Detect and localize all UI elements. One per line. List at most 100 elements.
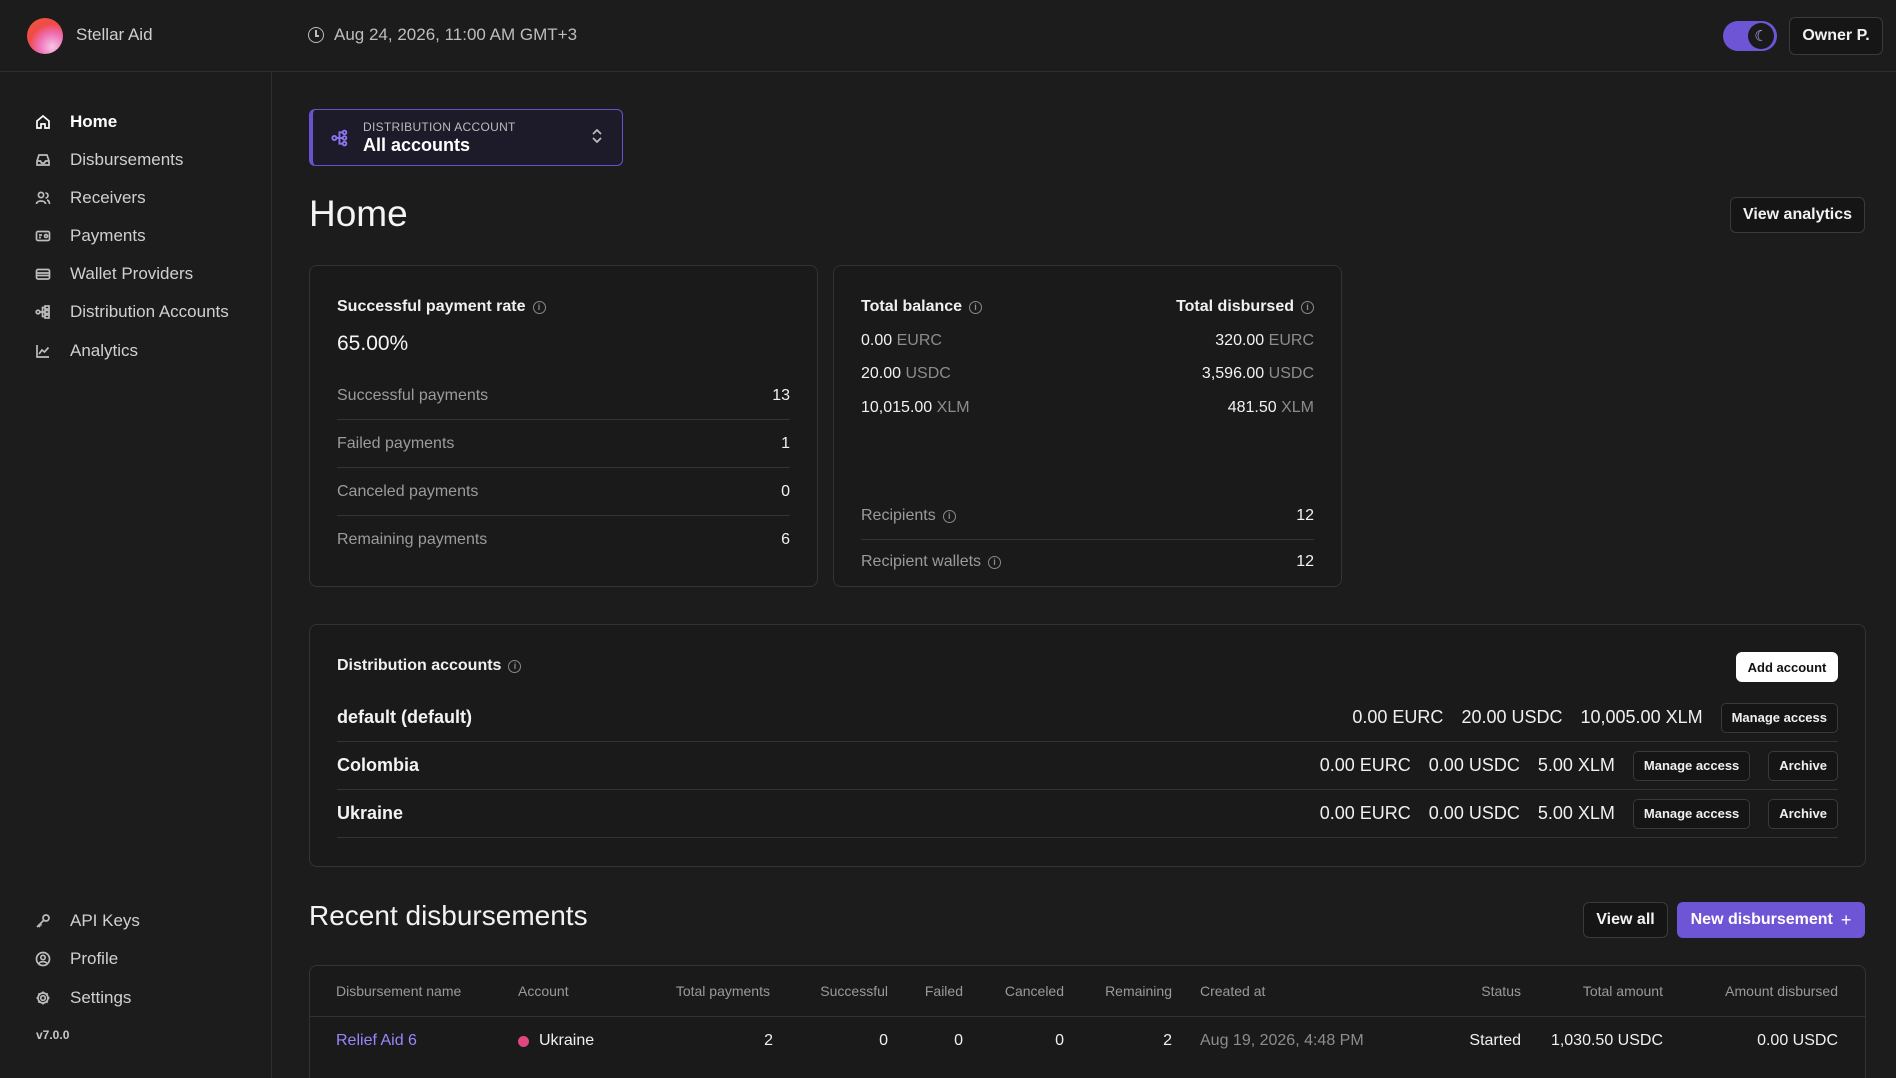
datetime-text: Aug 24, 2026, 11:00 AM GMT+3 — [334, 25, 578, 44]
sidebar-item-disbursements[interactable]: Disbursements — [34, 147, 183, 173]
theme-toggle[interactable]: ☾ — [1723, 21, 1777, 51]
payment-stats-card: Successful payment rate i 65.00% Successf… — [309, 265, 818, 587]
wallet-icon — [34, 265, 52, 283]
view-all-button[interactable]: View all — [1583, 902, 1668, 938]
new-disbursement-label: New disbursement — [1690, 911, 1833, 928]
sidebar-item-analytics[interactable]: Analytics — [34, 338, 138, 364]
app-logo[interactable] — [27, 18, 63, 54]
manage-access-button[interactable]: Manage access — [1720, 702, 1838, 733]
total-payments-cell: 2 — [764, 1032, 773, 1049]
distribution-accounts-card: Distribution accounts i Add account defau… — [309, 624, 1866, 867]
column-header: Amount disbursed — [1725, 983, 1838, 999]
account-cell: Ukraine — [518, 1032, 594, 1050]
distribution-accounts-title: Distribution accounts i — [337, 657, 522, 675]
inbox-icon — [34, 151, 52, 169]
disbursed-amount: 3,596.00 — [1201, 365, 1265, 382]
home-icon — [34, 113, 52, 131]
clock-icon — [308, 27, 324, 43]
created-at-cell: Aug 19, 2026, 4:48 PM — [1200, 1032, 1364, 1049]
recipients-label-text: Recipients — [861, 506, 936, 524]
sidebar-item-profile[interactable]: Profile — [34, 946, 118, 972]
archive-button[interactable]: Archive — [1768, 750, 1838, 781]
view-analytics-button[interactable]: View analytics — [1730, 197, 1865, 233]
recipient-wallets-row: Recipient wallets i 12 — [861, 540, 1314, 584]
total-balance-title-text: Total balance — [861, 298, 963, 315]
info-icon[interactable]: i — [942, 509, 956, 523]
app-name: Stellar Aid — [76, 25, 153, 44]
user-menu-button[interactable]: Owner P. — [1789, 17, 1883, 55]
recipients-value: 12 — [1296, 506, 1314, 524]
sidebar-item-wallet-providers[interactable]: Wallet Providers — [34, 261, 193, 287]
app-version: v7.0.0 — [36, 1028, 70, 1042]
disbursement-name-link[interactable]: Relief Aid 6 — [336, 1032, 417, 1050]
stat-row-remaining: Remaining payments 6 — [337, 516, 790, 564]
network-icon — [331, 129, 349, 152]
info-icon[interactable]: i — [988, 556, 1002, 569]
sidebar-item-label: Profile — [70, 949, 119, 968]
account-eurc: 0.00 EURC — [1319, 803, 1411, 823]
stat-value: 13 — [772, 386, 790, 404]
total-amount-cell: 1,030.50 USDC — [1550, 1032, 1663, 1049]
network-icon — [34, 303, 52, 321]
account-usdc: 0.00 USDC — [1428, 803, 1520, 823]
stat-label: Canceled payments — [337, 482, 479, 500]
info-icon[interactable]: i — [508, 660, 522, 673]
manage-access-button[interactable]: Manage access — [1632, 798, 1751, 829]
balance-asset: XLM — [936, 399, 970, 416]
page-title: Home — [309, 193, 408, 234]
disbursed-xlm: 481.50 XLM — [1228, 399, 1314, 417]
column-header: Disbursement name — [336, 983, 462, 999]
total-disbursed-title-text: Total disbursed — [1176, 298, 1294, 315]
distribution-account-row: default (default) 0.00 EURC 20.00 USDC 1… — [337, 694, 1838, 742]
users-icon — [34, 189, 52, 207]
column-header: Account — [518, 983, 569, 999]
balance-xlm: 10,015.00 XLM — [861, 399, 970, 417]
balance-asset: USDC — [905, 365, 951, 382]
recipient-wallets-label-text: Recipient wallets — [861, 553, 982, 570]
sidebar-item-settings[interactable]: Settings — [34, 985, 131, 1011]
account-name: default (default) — [337, 707, 472, 727]
account-eurc: 0.00 EURC — [1319, 755, 1411, 775]
disbursed-asset: XLM — [1281, 399, 1314, 416]
account-eurc: 0.00 EURC — [1352, 707, 1444, 727]
column-header: Successful — [820, 983, 888, 999]
recent-disbursements-title: Recent disbursements — [309, 900, 588, 931]
balance-asset: EURC — [896, 332, 942, 349]
add-account-button[interactable]: Add account — [1736, 652, 1838, 682]
info-icon[interactable]: i — [1301, 301, 1314, 314]
datetime-display: Aug 24, 2026, 11:00 AM GMT+3 — [308, 25, 577, 45]
column-header: Status — [1481, 983, 1521, 999]
disbursed-asset: EURC — [1268, 332, 1314, 349]
stat-label: Successful payments — [337, 386, 489, 404]
chevron-up-down-icon — [590, 126, 604, 151]
distribution-account-selector[interactable]: DISTRIBUTION ACCOUNT All accounts — [309, 109, 623, 166]
recipients-row: Recipients i 12 — [861, 492, 1314, 540]
payment-rate-title: Successful payment rate i — [337, 298, 546, 316]
column-header: Total payments — [675, 983, 770, 999]
canceled-cell: 0 — [1055, 1032, 1064, 1049]
sidebar-item-receivers[interactable]: Receivers — [34, 185, 146, 211]
account-color-dot — [518, 1035, 529, 1047]
balance-eurc: 0.00 EURC — [861, 332, 942, 350]
table-header-divider — [310, 1016, 1865, 1017]
disbursed-amount: 481.50 — [1227, 399, 1277, 416]
new-disbursement-button[interactable]: New disbursement + — [1677, 902, 1865, 938]
sidebar-item-api-keys[interactable]: API Keys — [34, 908, 140, 934]
info-icon[interactable]: i — [532, 301, 546, 314]
sidebar-item-distribution-accounts[interactable]: Distribution Accounts — [34, 299, 229, 325]
sidebar-item-payments[interactable]: Payments — [34, 223, 146, 249]
sidebar: Home Disbursements Receivers Payments Wa… — [0, 72, 272, 1078]
balance-card: Total balance i Total disbursed i 0.00 EUR… — [833, 265, 1342, 587]
sidebar-item-label: Analytics — [70, 341, 139, 360]
manage-access-button[interactable]: Manage access — [1632, 750, 1751, 781]
column-header: Created at — [1200, 983, 1266, 999]
account-selector-value: All accounts — [363, 135, 471, 155]
plus-icon: + — [1840, 909, 1852, 930]
archive-button[interactable]: Archive — [1768, 798, 1838, 829]
stat-value: 6 — [781, 531, 790, 548]
gear-icon — [34, 989, 52, 1007]
info-icon[interactable]: i — [969, 301, 983, 314]
payment-card-icon — [34, 227, 52, 245]
failed-cell: 0 — [954, 1032, 963, 1049]
sidebar-item-home[interactable]: Home — [34, 109, 117, 135]
